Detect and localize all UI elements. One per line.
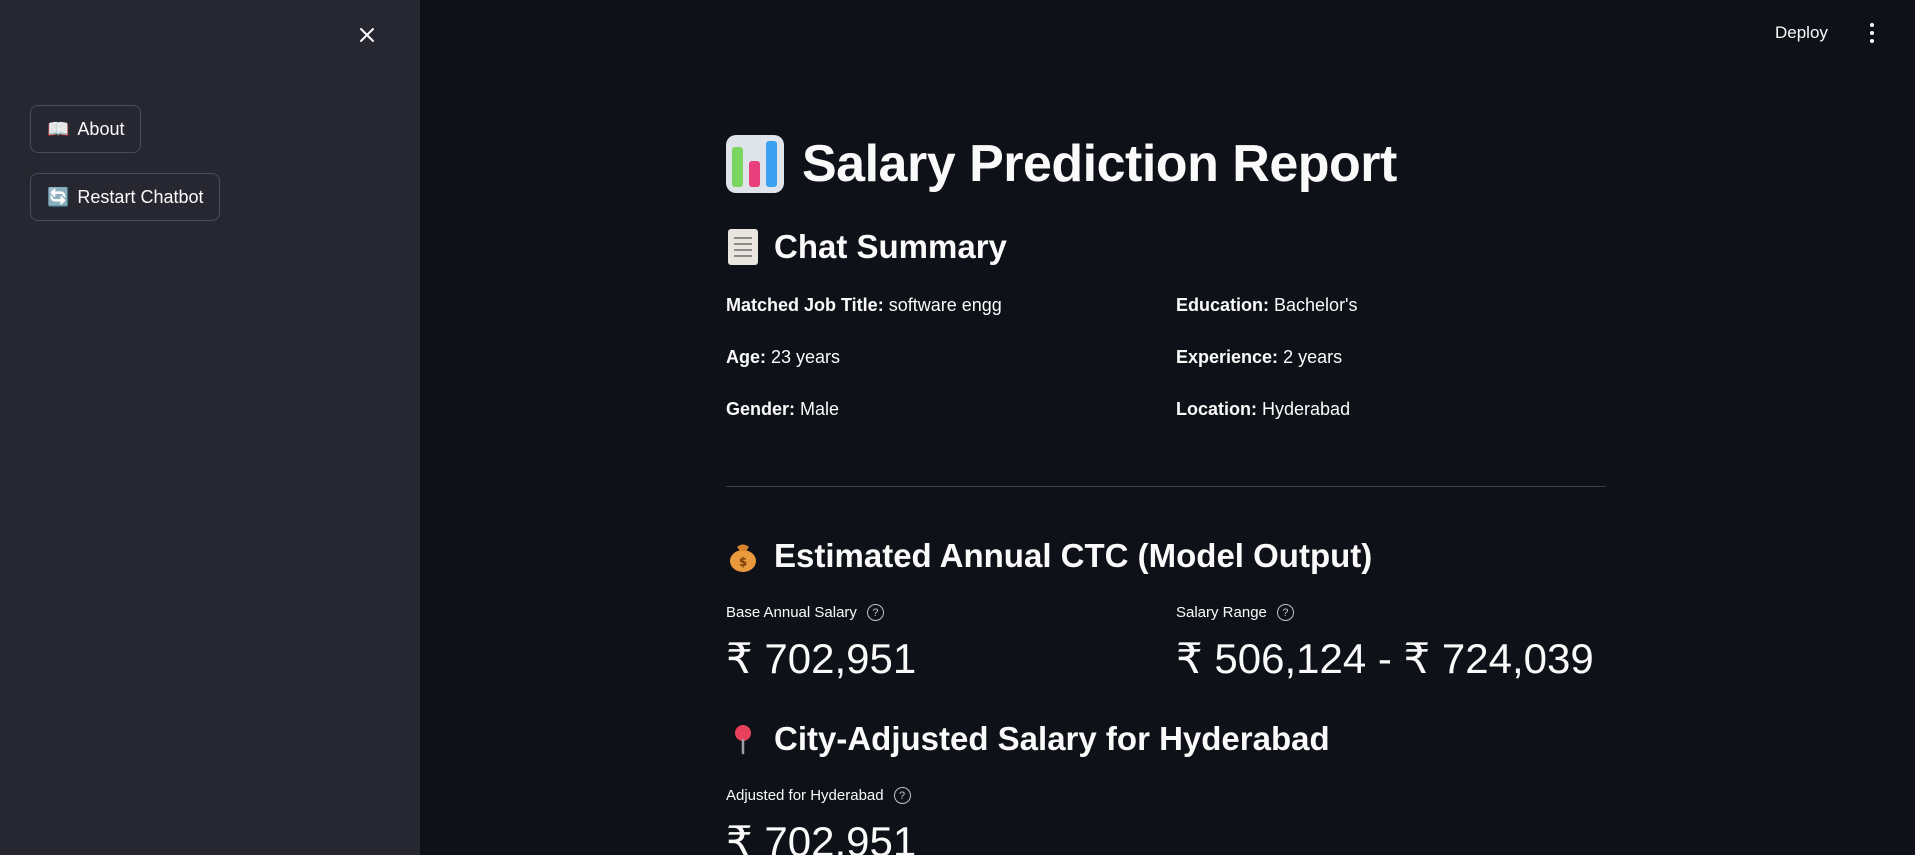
summary-experience: Experience: 2 years — [1176, 347, 1343, 367]
summary-location: Location: Hyderabad — [1176, 399, 1351, 419]
kebab-menu-icon — [1870, 23, 1874, 27]
about-button-label: About — [77, 118, 125, 139]
deploy-button[interactable]: Deploy — [1775, 20, 1828, 46]
city-title: City-Adjusted Salary for Hyderabad — [774, 720, 1330, 757]
help-icon[interactable]: ? — [866, 604, 884, 621]
pin-icon — [726, 722, 760, 756]
help-icon[interactable]: ? — [893, 787, 911, 804]
main-menu-button[interactable] — [1862, 18, 1882, 48]
restart-chatbot-button[interactable]: 🔄 Restart Chatbot — [30, 173, 221, 221]
adjusted-salary-label: Adjusted for Hyderabad ? — [726, 787, 911, 804]
page-title: Salary Prediction Report — [802, 135, 1397, 193]
summary-age: Age: 23 years — [726, 347, 841, 367]
restart-button-label: Restart Chatbot — [77, 186, 204, 207]
bar-chart-icon — [726, 135, 784, 193]
ctc-title: Estimated Annual CTC (Model Output) — [774, 537, 1373, 574]
close-sidebar-button[interactable] — [354, 22, 380, 48]
city-heading: City-Adjusted Salary for Hyderabad — [726, 720, 1330, 758]
sidebar: 📖 About 🔄 Restart Chatbot — [0, 0, 420, 855]
summary-job-title: Matched Job Title: software engg — [726, 295, 1002, 315]
salary-range-label: Salary Range ? — [1176, 604, 1294, 621]
receipt-icon — [726, 229, 760, 265]
chat-summary-heading: Chat Summary — [726, 228, 1007, 266]
book-icon: 📖 — [47, 118, 70, 140]
refresh-icon: 🔄 — [47, 186, 70, 208]
adjusted-salary-value: ₹ 702,951 — [726, 818, 917, 855]
summary-education: Education: Bachelor's — [1176, 295, 1358, 315]
ctc-heading: $ Estimated Annual CTC (Model Output) — [726, 537, 1372, 575]
chat-summary-title: Chat Summary — [774, 228, 1007, 265]
about-button[interactable]: 📖 About — [30, 105, 142, 153]
main-content: Salary Prediction Report Chat Summary Ma… — [726, 0, 1606, 855]
help-icon[interactable]: ? — [1276, 604, 1294, 621]
divider — [726, 486, 1606, 487]
salary-range-value: ₹ 506,124 - ₹ 724,039 — [1176, 635, 1594, 682]
summary-gender: Gender: Male — [726, 399, 840, 419]
base-salary-label: Base Annual Salary ? — [726, 604, 884, 621]
svg-text:$: $ — [739, 555, 747, 569]
page-title-row: Salary Prediction Report — [726, 134, 1397, 194]
money-bag-icon: $ — [726, 539, 760, 573]
base-salary-value: ₹ 702,951 — [726, 635, 917, 682]
close-icon — [360, 28, 374, 42]
